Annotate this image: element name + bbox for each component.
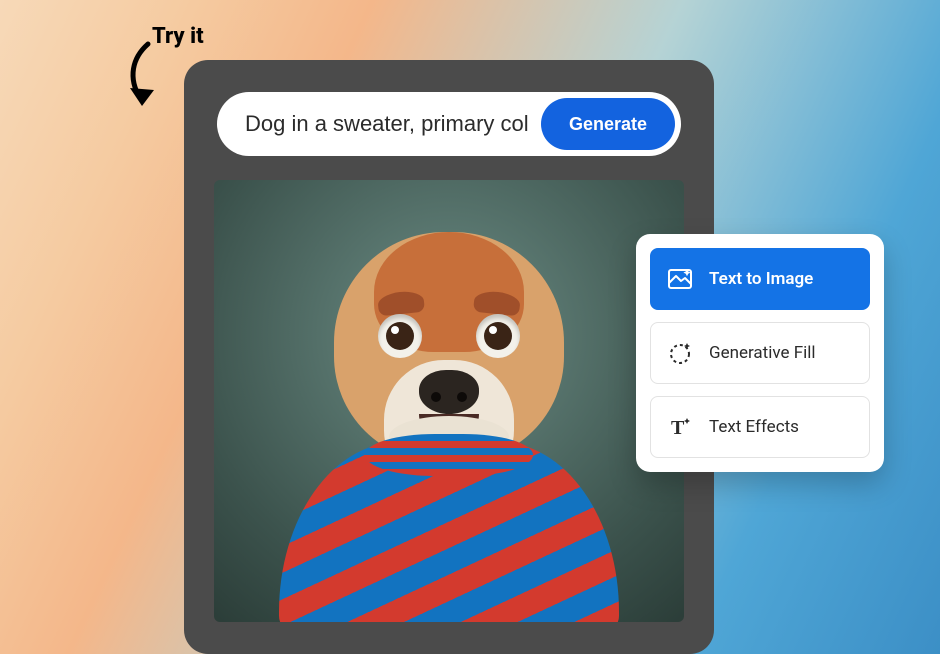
prompt-bar: Generate bbox=[217, 92, 681, 156]
prompt-input[interactable] bbox=[245, 111, 529, 137]
option-label: Text to Image bbox=[709, 269, 813, 289]
prompt-input-field[interactable] bbox=[245, 111, 529, 137]
image-sparkle-icon bbox=[667, 266, 693, 292]
options-panel: Text to Image Generative Fill T Text Eff… bbox=[636, 234, 884, 472]
option-text-effects[interactable]: T Text Effects bbox=[650, 396, 870, 458]
try-it-arrow-icon bbox=[118, 40, 162, 118]
generator-card: Generate bbox=[184, 60, 714, 654]
svg-text:T: T bbox=[671, 417, 685, 439]
option-text-to-image[interactable]: Text to Image bbox=[650, 248, 870, 310]
option-generative-fill[interactable]: Generative Fill bbox=[650, 322, 870, 384]
option-label: Text Effects bbox=[709, 417, 799, 437]
selection-sparkle-icon bbox=[667, 340, 693, 366]
generate-button[interactable]: Generate bbox=[541, 98, 675, 150]
generated-image bbox=[214, 180, 684, 622]
option-label: Generative Fill bbox=[709, 343, 816, 363]
text-sparkle-icon: T bbox=[667, 414, 693, 440]
